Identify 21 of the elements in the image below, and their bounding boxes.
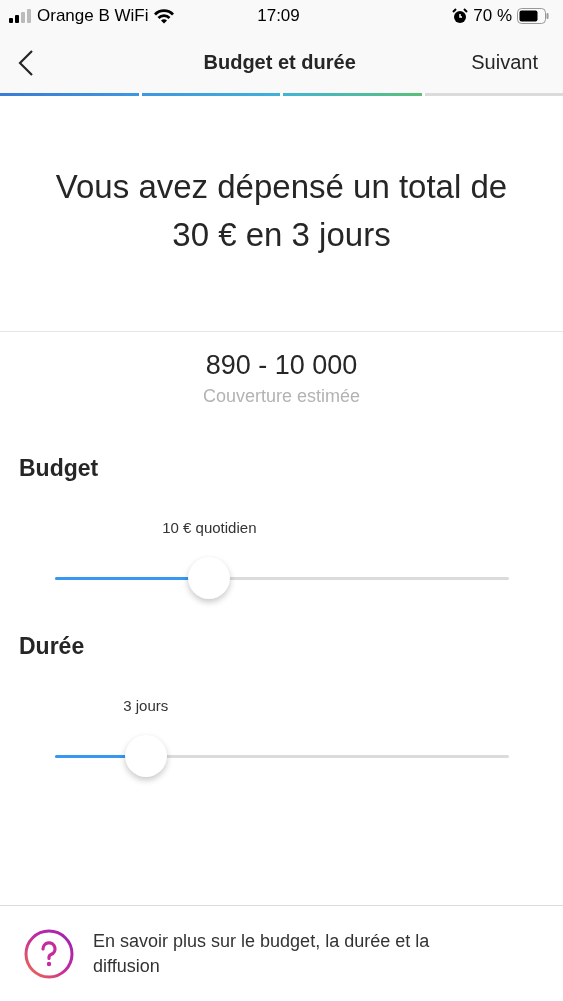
battery-icon [517, 8, 549, 24]
slider-thumb[interactable] [124, 735, 167, 777]
slider-value: 10 € quotidien [162, 519, 257, 536]
battery-percent: 70 % [473, 6, 512, 26]
section-heading: Durée [19, 633, 85, 659]
carrier-name: Orange B WiFi [37, 6, 149, 26]
back-chevron-icon [18, 48, 34, 77]
clock-time: 17:09 [257, 6, 300, 26]
reach-label: Couverture estimée [202, 386, 361, 406]
signal-icon [8, 9, 32, 23]
spend-summary: Vous avez dépensé un total de 30 € en 3 jours [54, 166, 509, 255]
next-button[interactable]: Suivant [471, 51, 538, 74]
alarm-clock-icon [452, 8, 469, 24]
wifi-icon [153, 8, 176, 24]
section-heading: Budget [19, 455, 99, 481]
screen-title: Budget et durée [202, 51, 357, 74]
slider-value: 3 jours [123, 697, 169, 714]
reach-range: 890 - 10 000 [205, 350, 358, 380]
help-link[interactable]: En savoir plus sur le budget, la durée et la diffusion [93, 928, 483, 979]
slider-thumb[interactable] [188, 557, 231, 599]
help-icon[interactable] [24, 928, 74, 979]
